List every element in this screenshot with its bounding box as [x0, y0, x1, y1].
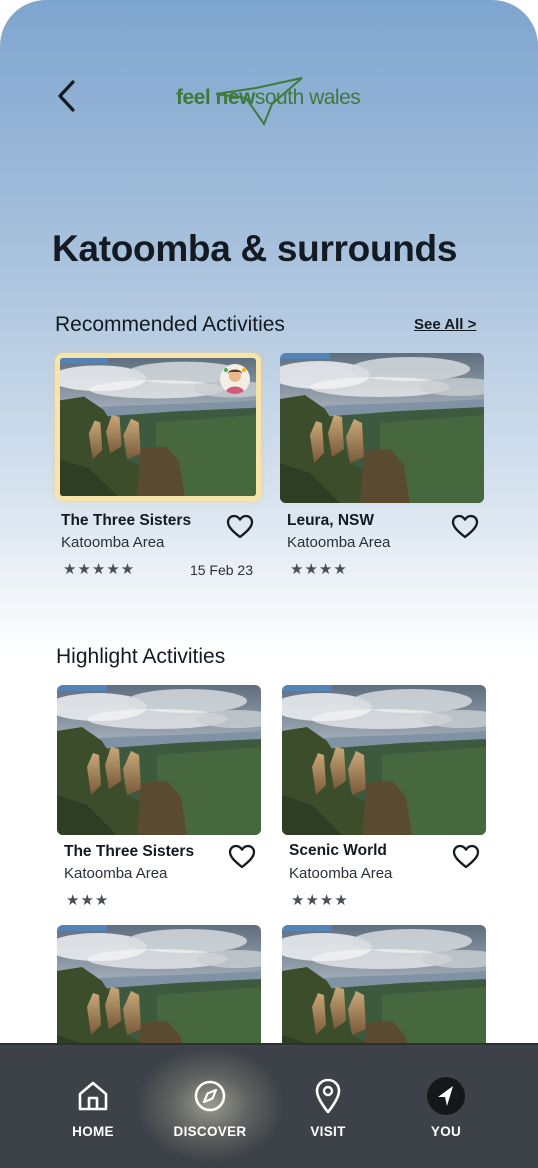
map-pin-icon	[315, 1078, 341, 1114]
landscape-image	[280, 353, 484, 503]
bottom-navigation: HOME DISCOVER VISIT YOU	[0, 1043, 538, 1168]
activity-area: Katoomba Area	[61, 534, 165, 551]
favorite-heart-icon[interactable]	[451, 514, 479, 540]
landscape-image	[282, 685, 486, 835]
favorite-heart-icon[interactable]	[228, 844, 256, 870]
activity-name[interactable]: The Three Sisters	[61, 512, 191, 530]
nav-home-label: HOME	[72, 1124, 114, 1139]
home-icon	[78, 1081, 108, 1111]
navigation-arrow-icon	[427, 1077, 465, 1115]
nav-visit-label: VISIT	[310, 1124, 346, 1139]
activity-name[interactable]: Leura, NSW	[287, 512, 374, 530]
favorite-heart-icon[interactable]	[226, 514, 254, 540]
activity-area: Katoomba Area	[289, 865, 393, 882]
chevron-left-icon	[58, 80, 75, 112]
recommended-card[interactable]: Leura, NSW Katoomba Area ★★★★	[280, 353, 486, 578]
page-title: Katoomba & surrounds	[52, 228, 458, 269]
activity-name[interactable]: The Three Sisters	[64, 843, 194, 861]
logo-rest: south wales	[254, 86, 361, 109]
activity-date: 15 Feb 23	[189, 562, 253, 578]
rating-stars: ★★★	[66, 892, 110, 909]
logo-new: new	[215, 86, 256, 109]
compass-icon	[194, 1080, 226, 1112]
logo-text: feel newsouth wales	[176, 86, 361, 110]
favorite-heart-icon[interactable]	[452, 844, 480, 870]
highlight-section-title: Highlight Activities	[56, 645, 226, 668]
nav-discover-label: DISCOVER	[173, 1124, 247, 1139]
nav-discover[interactable]: DISCOVER	[155, 1045, 265, 1155]
activity-photo[interactable]	[57, 685, 261, 835]
logo-feel: feel	[176, 86, 211, 109]
rating-stars: ★★★★	[290, 561, 348, 578]
back-button[interactable]	[48, 76, 84, 116]
nav-visit[interactable]: VISIT	[273, 1045, 383, 1155]
rating-stars: ★★★★★	[63, 561, 136, 578]
user-avatar-icon	[220, 364, 250, 394]
recommended-card[interactable]: The Three Sisters Katoomba Area ★★★★★ 15…	[55, 353, 261, 578]
highlight-card[interactable]: The Three Sisters Katoomba Area ★★★	[57, 685, 263, 909]
activity-area: Katoomba Area	[64, 865, 168, 882]
activity-area: Katoomba Area	[287, 534, 391, 551]
brand-logo: feel newsouth wales	[176, 76, 376, 126]
highlight-card[interactable]: Scenic World Katoomba Area ★★★★	[282, 685, 488, 909]
nav-home[interactable]: HOME	[38, 1045, 148, 1155]
activity-photo[interactable]	[282, 685, 486, 835]
landscape-image	[57, 685, 261, 835]
nav-you-label: YOU	[430, 1124, 462, 1139]
app-screen: feel newsouth wales Katoomba & surrounds…	[0, 0, 538, 1168]
nav-you[interactable]: YOU	[391, 1045, 501, 1155]
rating-stars: ★★★★	[291, 892, 349, 909]
recommended-section-title: Recommended Activities	[55, 313, 285, 336]
activity-photo[interactable]	[55, 353, 261, 501]
activity-photo[interactable]	[280, 353, 484, 503]
see-all-link[interactable]: See All >	[414, 316, 476, 333]
activity-name[interactable]: Scenic World	[289, 842, 387, 860]
